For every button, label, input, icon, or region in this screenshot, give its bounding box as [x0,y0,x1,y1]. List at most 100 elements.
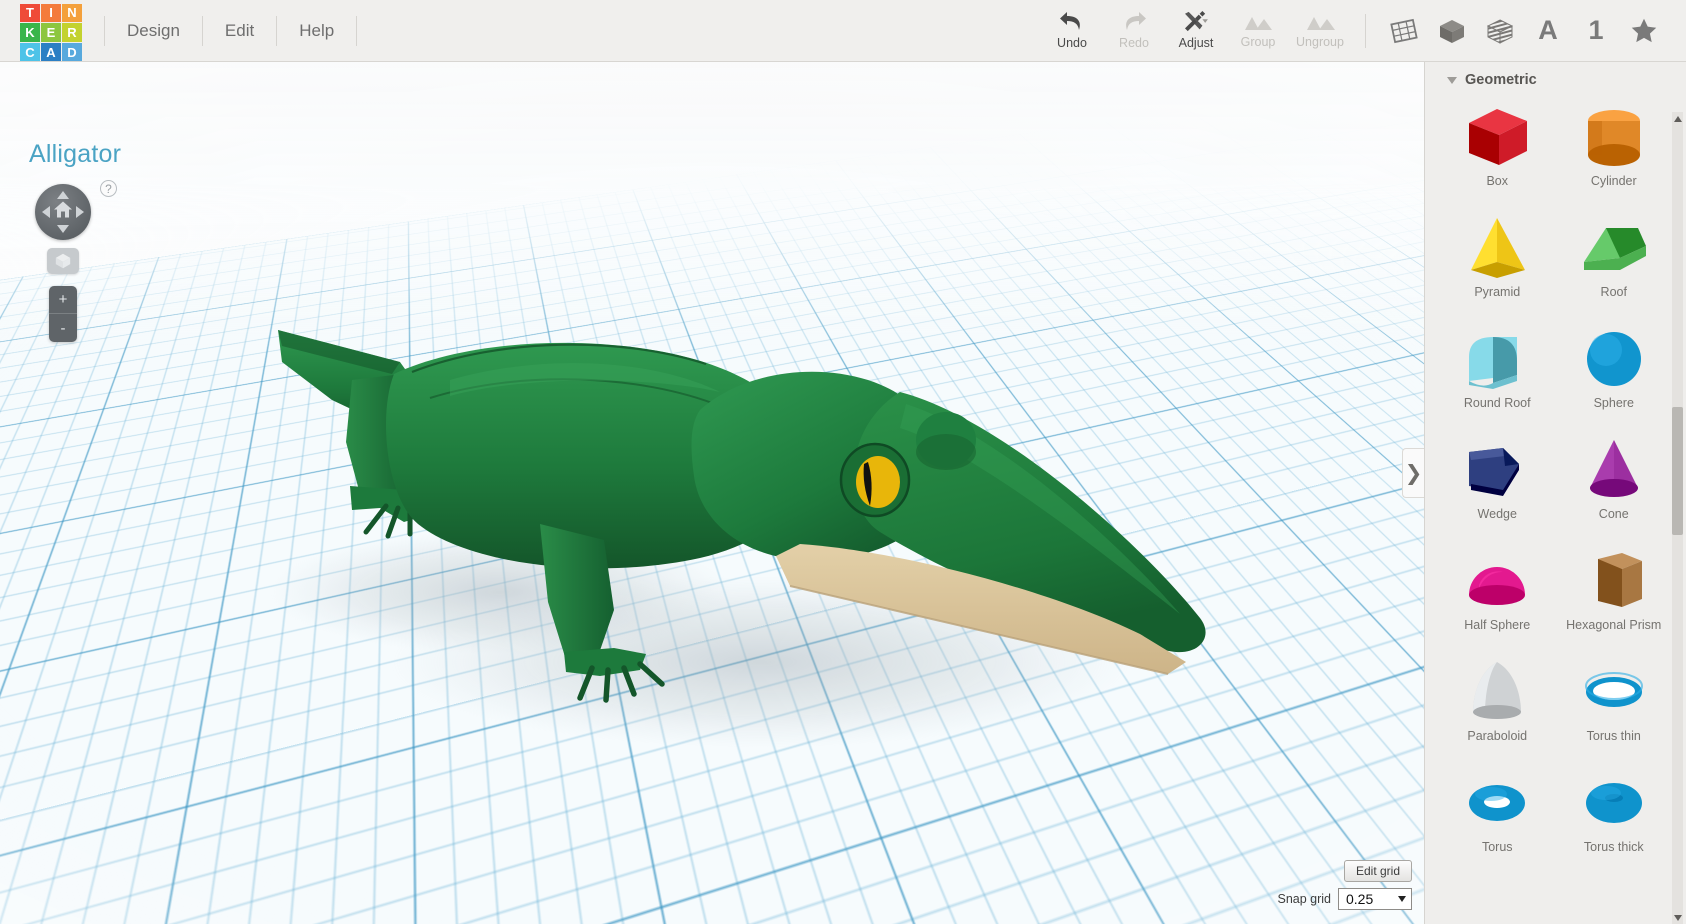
alligator-eyeball [856,456,900,508]
menu-item-help[interactable]: Help [277,15,358,46]
solid-view-button[interactable] [1434,11,1470,51]
top-toolbar: TINKERCAD Design Edit Help Undo Redo Adj… [0,0,1686,62]
group-label: Group [1240,35,1276,49]
menu-item-edit[interactable]: Edit [203,15,278,46]
home-icon [54,201,72,218]
cone-shape [1589,440,1638,497]
shapes-panel-header[interactable]: Geometric [1425,62,1686,94]
logo-tile-k: K [20,23,40,42]
star-icon [1631,18,1657,42]
view-navigation-widget: ? + - [35,180,117,342]
shape-item-paraboloid[interactable]: Paraboloid [1439,653,1556,764]
main-menu: Design Edit Help [104,0,358,62]
fit-to-view-button[interactable] [47,248,79,274]
shape-item-hexagonal-prism[interactable]: Hexagonal Prism [1556,542,1673,653]
panel-scroll-down-button[interactable] [1672,911,1683,924]
adjust-icon [1185,11,1208,32]
project-title: Alligator [29,140,122,168]
logo-tile-e: E [41,23,61,42]
letter-a-icon: A [1538,15,1558,45]
home-view-button[interactable] [53,201,73,224]
tinkercad-window: TINKERCAD Design Edit Help Undo Redo Adj… [0,0,1686,924]
workplane-button[interactable] [1386,11,1422,51]
text-tool-button[interactable]: A [1530,11,1566,51]
undo-label: Undo [1057,36,1087,50]
shape-item-box[interactable]: Box [1439,98,1556,209]
logo-tile-d: D [62,42,82,62]
panel-scroll-up-button[interactable] [1672,112,1683,125]
shape-item-wedge[interactable]: Wedge [1439,431,1556,542]
torus-shape [1459,764,1535,842]
view-left-arrow-icon[interactable] [42,206,50,218]
ungroup-label: Ungroup [1296,35,1344,49]
shape-label: Hexagonal Prism [1566,618,1662,632]
zoom-controls: + - [49,286,77,342]
view-down-arrow-icon[interactable] [57,225,69,233]
shape-item-roof[interactable]: Roof [1556,209,1673,320]
shape-item-cylinder[interactable]: Cylinder [1556,98,1673,209]
torus-thin-shape [1584,672,1643,707]
shapes-grid: Box Cylinder Pyramid Roof Round Roof Sph… [1425,94,1686,875]
view-up-arrow-icon[interactable] [57,191,69,199]
number-one-icon: 1 [1588,15,1604,45]
shape-label: Box [1486,174,1509,188]
shape-item-torus-thick[interactable]: Torus thick [1556,764,1673,875]
shape-item-cone[interactable]: Cone [1556,431,1673,542]
panel-scrollbar-thumb[interactable] [1672,407,1683,535]
chevron-right-icon: ❯ [1404,461,1423,485]
shape-label: Cylinder [1590,174,1637,188]
roof-shape [1576,209,1652,287]
adjust-button[interactable]: Adjust [1165,11,1227,50]
design-canvas[interactable]: Alligator ? + - Edit grid Snap grid 0.25 [0,62,1424,924]
sphere-shape [1586,332,1641,386]
zoom-in-button[interactable]: + [49,286,77,314]
zoom-out-button[interactable]: - [49,314,77,342]
transparent-view-button[interactable] [1482,11,1518,51]
help-button[interactable]: ? [100,180,117,197]
shape-item-round-roof[interactable]: Round Roof [1439,320,1556,431]
snap-grid-select[interactable]: 0.25 [1338,888,1412,910]
round-roof-shape [1459,320,1535,398]
logo-tile-r: R [62,23,82,42]
torus-thin-shape [1576,653,1652,731]
grid-controls: Edit grid Snap grid 0.25 [1172,860,1412,910]
shapes-section-title: Geometric [1465,72,1537,88]
cube-fit-icon [55,253,71,269]
paraboloid-shape [1473,662,1522,719]
cylinder-shape [1576,98,1652,176]
shape-item-torus-thin[interactable]: Torus thin [1556,653,1673,764]
shape-item-torus[interactable]: Torus [1439,764,1556,875]
half-sphere-shape [1459,542,1535,620]
pyramid-shape [1471,218,1526,278]
shape-label: Half Sphere [1464,618,1531,632]
logo-tile-c: C [20,42,40,62]
shapes-panel: Geometric Box Cylinder Pyramid Roof Roun… [1424,62,1686,924]
undo-icon [1060,12,1080,30]
favorites-button[interactable] [1626,11,1662,51]
undo-button[interactable]: Undo [1041,11,1103,50]
logo-tile-n: N [62,3,82,23]
shape-item-half-sphere[interactable]: Half Sphere [1439,542,1556,653]
ungroup-icon [1307,17,1335,30]
view-orbit-control[interactable] [35,184,91,240]
redo-button[interactable]: Redo [1103,11,1165,50]
tinkercad-logo[interactable]: TIN KER CAD [20,0,82,62]
group-icon [1245,17,1272,30]
ungroup-button[interactable]: Ungroup [1289,12,1351,49]
collapse-panel-button[interactable]: ❯ [1402,448,1424,498]
collapse-triangle-icon[interactable] [1447,76,1457,84]
scroll-up-icon [1673,115,1682,122]
view-right-arrow-icon[interactable] [76,206,84,218]
roof-shape [1583,228,1646,270]
alligator-model[interactable] [0,62,1424,924]
shape-item-pyramid[interactable]: Pyramid [1439,209,1556,320]
shape-item-sphere[interactable]: Sphere [1556,320,1673,431]
round-roof-shape [1469,337,1518,389]
paraboloid-shape [1459,653,1535,731]
group-button[interactable]: Group [1227,12,1289,49]
panel-scrollbar[interactable] [1672,125,1683,924]
number-tool-button[interactable]: 1 [1578,11,1614,51]
edit-grid-button[interactable]: Edit grid [1343,860,1412,882]
shape-label: Wedge [1477,507,1517,521]
menu-item-design[interactable]: Design [104,15,203,46]
